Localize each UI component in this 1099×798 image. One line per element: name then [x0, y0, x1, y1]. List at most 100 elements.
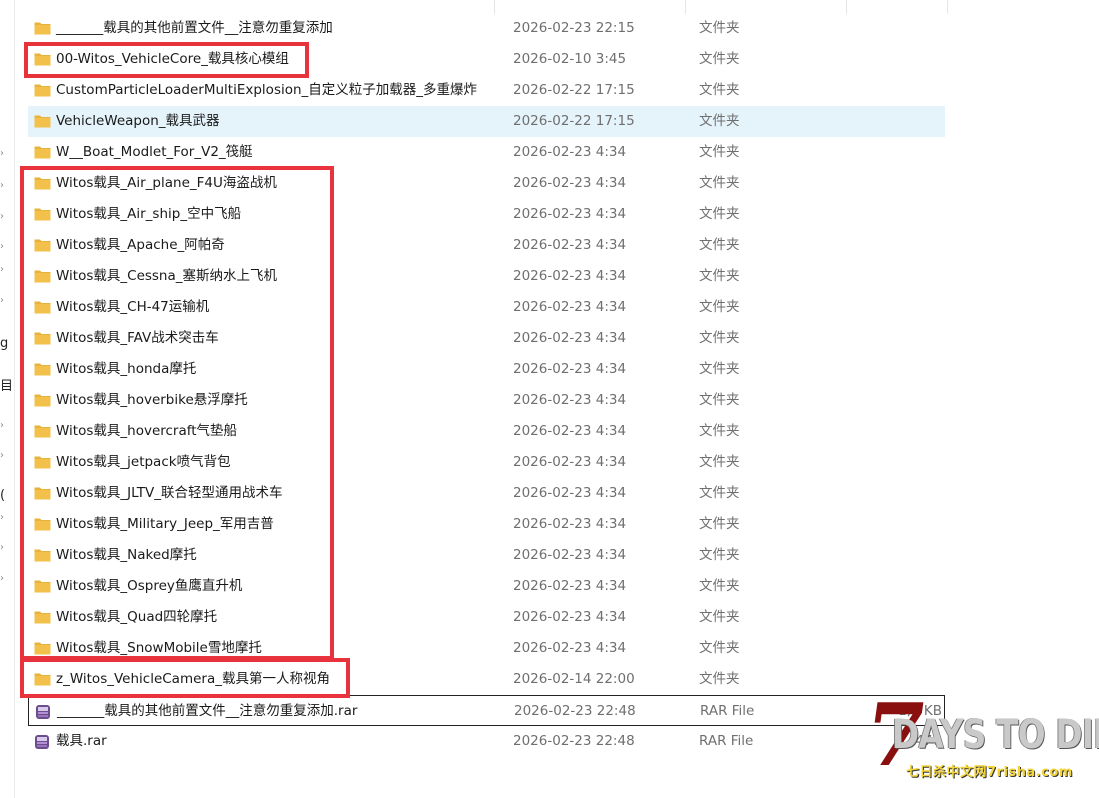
file-type: 文件夹	[699, 392, 740, 408]
file-row[interactable]: VehicleWeapon_载具武器 2026-02-22 17:15 文件夹	[28, 106, 945, 137]
file-row[interactable]: _______载具的其他前置文件__注意勿重复添加 2026-02-23 22:1…	[28, 13, 945, 44]
file-name[interactable]: VehicleWeapon_载具武器	[56, 106, 220, 137]
chevron-right-icon[interactable]: ›	[0, 512, 8, 524]
file-name[interactable]: _______载具的其他前置文件__注意勿重复添加	[56, 13, 333, 44]
file-type: 文件夹	[699, 361, 740, 377]
file-row[interactable]: W__Boat_Modlet_For_V2_筏艇 2026-02-23 4:34 文…	[28, 137, 945, 168]
rar-archive-icon	[34, 734, 51, 749]
column-divider[interactable]	[947, 0, 948, 14]
file-row[interactable]: Witos载具_Naked摩托 2026-02-23 4:34 文件夹	[28, 540, 945, 571]
file-row[interactable]: Witos载具_SnowMobile雪地摩托 2026-02-23 4:34 文件夹	[28, 633, 945, 664]
navigation-pane: › › › › › › g 目 › › ( › › ›	[0, 0, 15, 798]
folder-icon	[34, 52, 51, 66]
chevron-right-icon[interactable]: ›	[0, 211, 8, 223]
file-name[interactable]: Witos载具_SnowMobile雪地摩托	[56, 633, 262, 664]
file-name[interactable]: _______载具的其他前置文件__注意勿重复添加.rar	[57, 696, 357, 727]
chevron-right-icon[interactable]: ›	[0, 420, 8, 432]
folder-icon	[34, 21, 51, 35]
file-row[interactable]: Witos载具_Air_ship_空中飞船 2026-02-23 4:34 文件夹	[28, 199, 945, 230]
file-date-modified: 2026-02-23 4:34	[513, 237, 627, 253]
file-row[interactable]: CustomParticleLoaderMultiExplosion_自定义粒子…	[28, 75, 945, 106]
file-type: 文件夹	[699, 640, 740, 656]
column-divider[interactable]	[494, 0, 495, 14]
folder-icon	[34, 238, 51, 252]
file-name[interactable]: Witos载具_hovercraft气垫船	[56, 416, 237, 447]
column-divider[interactable]	[685, 0, 686, 14]
file-name[interactable]: Witos载具_Naked摩托	[56, 540, 197, 571]
file-date-modified: 2026-02-23 22:48	[513, 733, 635, 749]
chevron-right-icon[interactable]: ›	[0, 180, 8, 192]
file-name[interactable]: Witos载具_hoverbike悬浮摩托	[56, 385, 248, 416]
column-divider[interactable]	[846, 0, 847, 14]
file-type: 文件夹	[699, 268, 740, 284]
file-type: 文件夹	[699, 144, 740, 160]
file-date-modified: 2026-02-23 4:34	[513, 516, 627, 532]
file-name[interactable]: Witos载具_FAV战术突击车	[56, 323, 219, 354]
chevron-right-icon[interactable]: ›	[0, 573, 8, 585]
file-row[interactable]: Witos载具_Military_Jeep_军用吉普 2026-02-23 4:3…	[28, 509, 945, 540]
folder-icon	[34, 672, 51, 686]
file-row[interactable]: Witos载具_hoverbike悬浮摩托 2026-02-23 4:34 文件夹	[28, 385, 945, 416]
file-name[interactable]: z_Witos_VehicleCamera_载具第一人称视角	[56, 664, 330, 695]
folder-icon	[34, 207, 51, 221]
file-row[interactable]: Witos载具_Air_plane_F4U海盗战机 2026-02-23 4:34…	[28, 168, 945, 199]
file-name[interactable]: Witos载具_Cessna_塞斯纳水上飞机	[56, 261, 277, 292]
file-row[interactable]: Witos载具_CH-47运输机 2026-02-23 4:34 文件夹	[28, 292, 945, 323]
file-row[interactable]: Witos载具_jetpack喷气背包 2026-02-23 4:34 文件夹	[28, 447, 945, 478]
file-row[interactable]: Witos载具_Apache_阿帕奇 2026-02-23 4:34 文件夹	[28, 230, 945, 261]
file-type: 文件夹	[699, 671, 740, 687]
file-date-modified: 2026-02-23 4:34	[513, 547, 627, 563]
file-date-modified: 2026-02-23 4:34	[513, 640, 627, 656]
file-date-modified: 2026-02-23 4:34	[513, 175, 627, 191]
file-row[interactable]: 00-Witos_VehicleCore_载具核心模组 2026-02-10 3:…	[28, 44, 945, 75]
file-date-modified: 2026-02-23 4:34	[513, 578, 627, 594]
chevron-right-icon[interactable]: ›	[0, 450, 8, 462]
file-name[interactable]: Witos载具_CH-47运输机	[56, 292, 209, 323]
file-name[interactable]: Witos载具_Quad四轮摩托	[56, 602, 217, 633]
file-row[interactable]: z_Witos_VehicleCamera_载具第一人称视角 2026-02-14…	[28, 664, 945, 695]
chevron-right-icon[interactable]: ›	[0, 148, 8, 160]
nav-item-fragment[interactable]: (	[0, 488, 5, 503]
file-date-modified: 2026-02-22 17:15	[513, 113, 635, 129]
file-name[interactable]: 载具.rar	[56, 726, 107, 757]
file-row[interactable]: Witos载具_Quad四轮摩托 2026-02-23 4:34 文件夹	[28, 602, 945, 633]
file-row[interactable]: _______载具的其他前置文件__注意勿重复添加.rar 2026-02-23 …	[28, 695, 945, 726]
file-row[interactable]: Witos载具_Osprey鱼鹰直升机 2026-02-23 4:34 文件夹	[28, 571, 945, 602]
file-row[interactable]: Witos载具_Cessna_塞斯纳水上飞机 2026-02-23 4:34 文件夹	[28, 261, 945, 292]
chevron-right-icon[interactable]: ›	[0, 264, 8, 276]
file-date-modified: 2026-02-23 4:34	[513, 609, 627, 625]
file-row[interactable]: Witos载具_JLTV_联合轻型通用战术车 2026-02-23 4:34 文件夹	[28, 478, 945, 509]
file-name[interactable]: Witos载具_honda摩托	[56, 354, 196, 385]
rar-archive-icon	[35, 704, 52, 719]
file-name[interactable]: Witos载具_JLTV_联合轻型通用战术车	[56, 478, 283, 509]
chevron-right-icon[interactable]: ›	[0, 241, 8, 253]
file-type: 文件夹	[699, 113, 740, 129]
nav-item-fragment[interactable]: g	[0, 336, 8, 351]
file-name[interactable]: Witos载具_Military_Jeep_军用吉普	[56, 509, 274, 540]
file-type: 文件夹	[699, 609, 740, 625]
nav-item-fragment[interactable]: 目	[0, 375, 13, 394]
file-row[interactable]: Witos载具_hovercraft气垫船 2026-02-23 4:34 文件夹	[28, 416, 945, 447]
file-name[interactable]: 00-Witos_VehicleCore_载具核心模组	[56, 44, 289, 75]
file-type: 文件夹	[699, 82, 740, 98]
file-name[interactable]: Witos载具_Air_plane_F4U海盗战机	[56, 168, 277, 199]
file-name[interactable]: Witos载具_jetpack喷气背包	[56, 447, 231, 478]
chevron-right-icon[interactable]: ›	[0, 542, 8, 554]
file-type: RAR File	[699, 733, 754, 749]
chevron-right-icon[interactable]: ›	[0, 295, 8, 307]
file-row[interactable]: Witos载具_FAV战术突击车 2026-02-23 4:34 文件夹	[28, 323, 945, 354]
folder-icon	[34, 517, 51, 531]
file-name[interactable]: Witos载具_Air_ship_空中飞船	[56, 199, 241, 230]
folder-icon	[34, 331, 51, 345]
file-type: 文件夹	[699, 237, 740, 253]
file-name[interactable]: Witos载具_Osprey鱼鹰直升机	[56, 571, 242, 602]
file-date-modified: 2026-02-23 4:34	[513, 299, 627, 315]
file-name[interactable]: W__Boat_Modlet_For_V2_筏艇	[56, 137, 253, 168]
file-row[interactable]: Witos载具_honda摩托 2026-02-23 4:34 文件夹	[28, 354, 945, 385]
file-name[interactable]: CustomParticleLoaderMultiExplosion_自定义粒子…	[56, 75, 477, 106]
file-row[interactable]: 载具.rar 2026-02-23 22:48 RAR File 477	[28, 726, 945, 757]
file-name[interactable]: Witos载具_Apache_阿帕奇	[56, 230, 225, 261]
file-date-modified: 2026-02-23 4:34	[513, 454, 627, 470]
file-type: 文件夹	[699, 330, 740, 346]
folder-icon	[34, 269, 51, 283]
